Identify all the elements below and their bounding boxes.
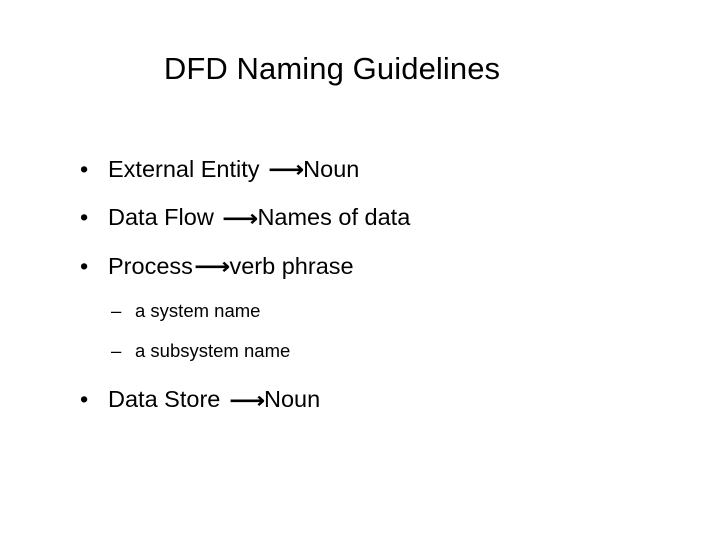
list-item-label: Process	[108, 252, 193, 279]
dash-marker-icon: –	[111, 340, 122, 362]
list-item-label: a system name	[135, 300, 261, 322]
list-item-value: Noun	[263, 386, 321, 413]
dash-marker-icon: –	[111, 300, 122, 322]
page-title: DFD Naming Guidelines	[163, 51, 501, 86]
list-item-value: verb phrase	[229, 252, 354, 279]
list-item-label: a subsystem name	[135, 340, 291, 362]
list-item: – a system name	[78, 291, 678, 331]
list-item: • Data Flow ⟶Names of data	[78, 194, 678, 242]
list-item-value: Noun	[303, 156, 360, 182]
list-item: • Process⟶verb phrase	[78, 243, 678, 291]
list-item-value: Names of data	[257, 204, 411, 231]
list-item-label: Data Flow	[108, 204, 214, 231]
bullet-marker-icon: •	[80, 386, 89, 413]
list-item-label: External Entity	[108, 156, 260, 182]
bullet-marker-icon: •	[80, 156, 89, 182]
bullet-marker-icon: •	[80, 252, 89, 279]
right-arrow-icon: ⟶	[228, 387, 265, 414]
bullet-list: • External Entity ⟶Noun • Data Flow ⟶Names o…	[78, 146, 678, 425]
right-arrow-icon: ⟶	[194, 254, 231, 281]
right-arrow-icon: ⟶	[222, 205, 259, 232]
list-item-label: Data Store	[108, 386, 221, 413]
right-arrow-icon: ⟶	[267, 157, 305, 184]
bullet-marker-icon: •	[80, 204, 89, 231]
presentation-slide: DFD Naming Guidelines • External Entity ⟶N…	[0, 0, 720, 540]
list-item: • Data Store ⟶Noun	[78, 376, 678, 424]
list-item: • External Entity ⟶Noun	[78, 146, 678, 194]
list-item: – a subsystem name	[78, 331, 678, 371]
